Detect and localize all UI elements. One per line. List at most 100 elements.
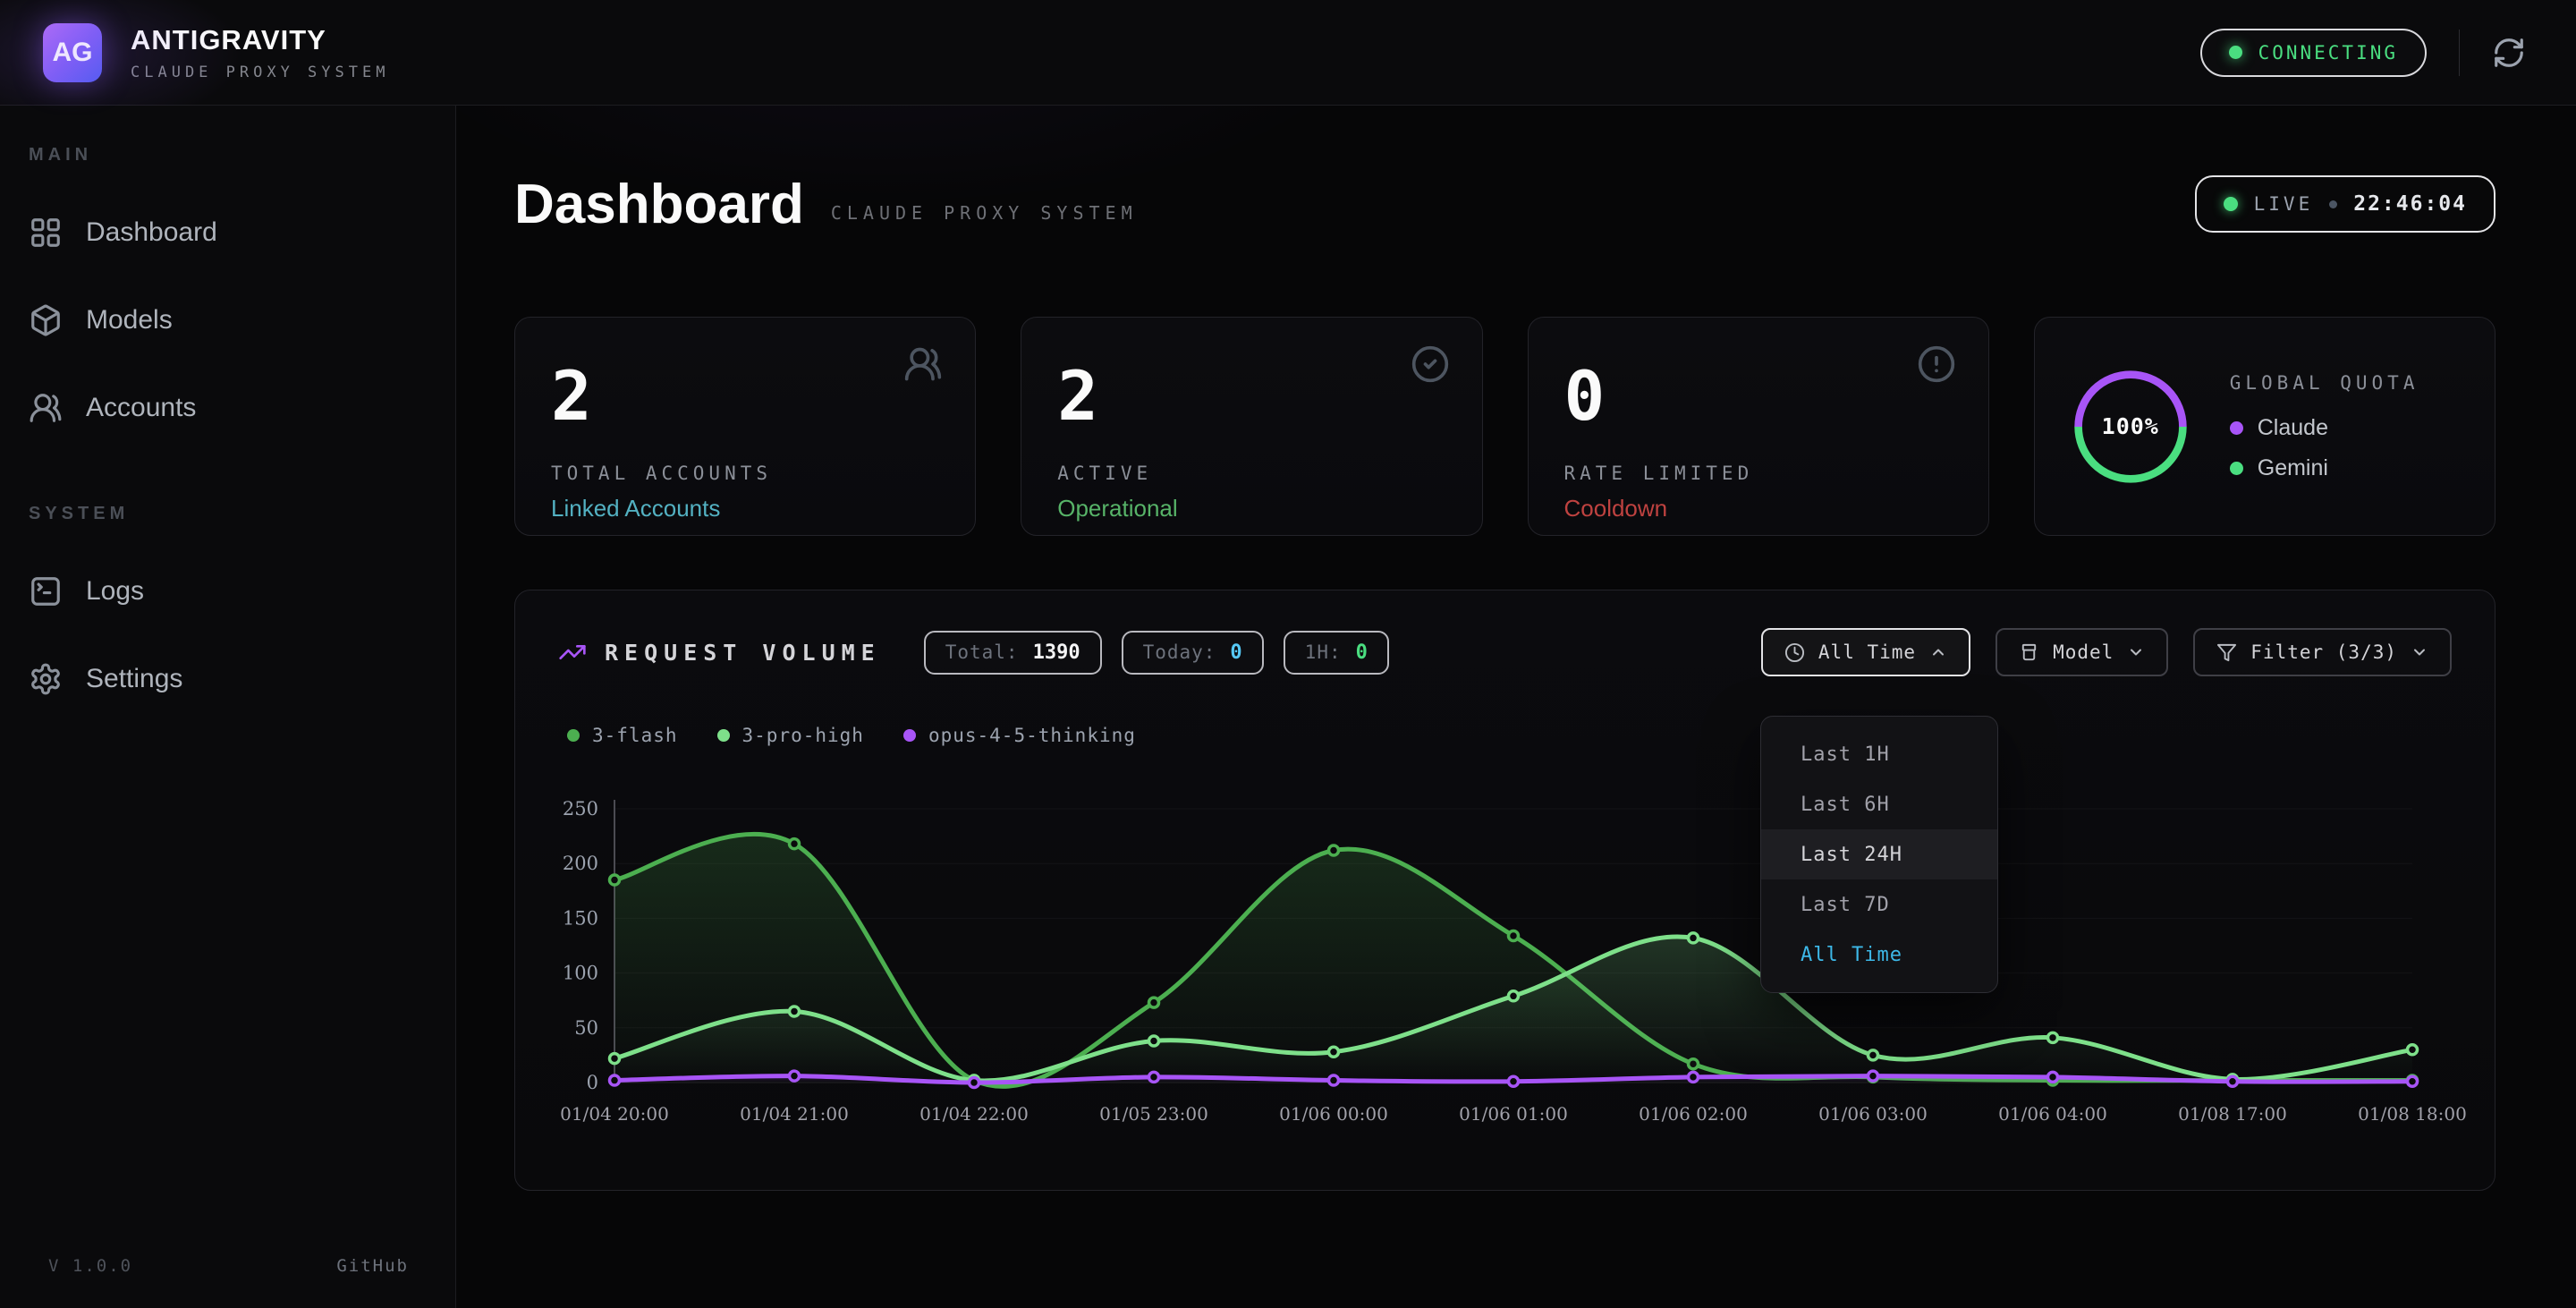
app-name: ANTIGRAVITY bbox=[131, 24, 389, 56]
refresh-icon[interactable] bbox=[2492, 36, 2526, 70]
svg-text:01/06 00:00: 01/06 00:00 bbox=[1279, 1103, 1388, 1125]
model-button[interactable]: Model bbox=[1996, 628, 2168, 676]
dropdown-item-all-time[interactable]: All Time bbox=[1761, 930, 1997, 980]
filter-button-label: Filter (3/3) bbox=[2250, 641, 2397, 663]
stat-subtext: Operational bbox=[1057, 495, 1445, 522]
sidebar-item-label: Settings bbox=[86, 664, 182, 694]
app-logo-initials: AG bbox=[53, 38, 93, 68]
svg-text:200: 200 bbox=[563, 853, 598, 874]
cube-icon bbox=[29, 303, 63, 337]
legend-item-3-flash: 3-flash bbox=[567, 725, 678, 746]
sidebar-section-system: SYSTEM bbox=[0, 504, 455, 524]
sidebar-item-logs[interactable]: Logs bbox=[0, 548, 455, 635]
time-range-button[interactable]: All Time bbox=[1761, 628, 1970, 676]
app-logo: AG bbox=[43, 23, 102, 82]
chip-value: 1390 bbox=[1033, 641, 1080, 664]
quota-percent: 100% bbox=[2071, 367, 2190, 487]
dropdown-item-last-6h[interactable]: Last 6H bbox=[1761, 779, 1997, 829]
svg-text:150: 150 bbox=[563, 907, 598, 929]
today-chip: Today: 0 bbox=[1122, 631, 1264, 675]
time-range-dropdown: Last 1H Last 6H Last 24H Last 7D All Tim… bbox=[1760, 716, 1998, 993]
total-chip: Total: 1390 bbox=[924, 631, 1102, 675]
quota-item-label: Claude bbox=[2258, 415, 2328, 441]
legend-label: opus-4-5-thinking bbox=[928, 725, 1136, 746]
time-range-button-label: All Time bbox=[1818, 641, 1916, 663]
legend-dot bbox=[903, 729, 916, 742]
clock-icon bbox=[1784, 642, 1805, 663]
quota-item-claude: Claude bbox=[2230, 415, 2419, 441]
svg-text:01/04 22:00: 01/04 22:00 bbox=[919, 1103, 1029, 1125]
stat-card-total-accounts: 2 TOTAL ACCOUNTS Linked Accounts bbox=[514, 317, 976, 536]
github-link[interactable]: GitHub bbox=[336, 1256, 409, 1276]
sidebar-item-label: Logs bbox=[86, 576, 144, 607]
svg-text:50: 50 bbox=[574, 1017, 598, 1039]
legend-label: 3-flash bbox=[592, 725, 678, 746]
topbar-divider bbox=[2459, 30, 2460, 76]
svg-text:01/06 04:00: 01/06 04:00 bbox=[1998, 1103, 2107, 1125]
stat-card-rate-limited: 0 RATE LIMITED Cooldown bbox=[1528, 317, 1989, 536]
svg-text:250: 250 bbox=[563, 798, 598, 820]
stat-subtext: Linked Accounts bbox=[551, 495, 939, 522]
svg-text:01/05 23:00: 01/05 23:00 bbox=[1099, 1103, 1208, 1125]
stat-label: ACTIVE bbox=[1057, 463, 1445, 484]
app-tagline: CLAUDE PROXY SYSTEM bbox=[131, 64, 389, 81]
legend-item-opus: opus-4-5-thinking bbox=[903, 725, 1136, 746]
live-clock: 22:46:04 bbox=[2353, 192, 2467, 216]
users-icon bbox=[29, 391, 63, 425]
chip-value: 0 bbox=[1230, 641, 1241, 664]
top-bar: AG ANTIGRAVITY CLAUDE PROXY SYSTEM CONNE… bbox=[0, 0, 2576, 106]
quota-item-label: Gemini bbox=[2258, 455, 2328, 481]
alert-circle-icon bbox=[1917, 344, 1956, 384]
chip-label: Today: bbox=[1143, 641, 1216, 663]
sidebar-item-accounts[interactable]: Accounts bbox=[0, 364, 455, 452]
app-version: V 1.0.0 bbox=[48, 1256, 132, 1276]
quota-item-gemini: Gemini bbox=[2230, 455, 2419, 481]
chevron-down-icon bbox=[2411, 643, 2428, 661]
stat-subtext: Cooldown bbox=[1564, 495, 1953, 522]
sidebar: MAIN Dashboard Models Accounts SYSTEM Lo… bbox=[0, 106, 456, 1308]
svg-text:01/06 03:00: 01/06 03:00 bbox=[1818, 1103, 1928, 1125]
main-content: Dashboard CLAUDE PROXY SYSTEM LIVE 22:46… bbox=[456, 106, 2576, 1308]
svg-text:0: 0 bbox=[587, 1072, 598, 1093]
request-volume-chart: 05010015020025001/04 20:0001/04 21:0001/… bbox=[547, 782, 2479, 1140]
filter-button[interactable]: Filter (3/3) bbox=[2193, 628, 2452, 676]
stat-label: TOTAL ACCOUNTS bbox=[551, 463, 939, 484]
sidebar-item-models[interactable]: Models bbox=[0, 276, 455, 364]
chevron-up-icon bbox=[1929, 643, 1947, 661]
brand-block: ANTIGRAVITY CLAUDE PROXY SYSTEM bbox=[131, 24, 389, 81]
live-dot bbox=[2224, 197, 2238, 211]
legend-dot bbox=[717, 729, 730, 742]
legend-label: 3-pro-high bbox=[742, 725, 864, 746]
svg-text:01/06 02:00: 01/06 02:00 bbox=[1639, 1103, 1748, 1125]
dropdown-item-last-1h[interactable]: Last 1H bbox=[1761, 729, 1997, 779]
dropdown-item-last-24h[interactable]: Last 24H bbox=[1761, 829, 1997, 879]
svg-text:01/04 20:00: 01/04 20:00 bbox=[560, 1103, 669, 1125]
chip-label: Total: bbox=[945, 641, 1019, 663]
stat-value: 0 bbox=[1564, 362, 1953, 430]
sidebar-item-settings[interactable]: Settings bbox=[0, 635, 455, 723]
funnel-icon bbox=[2216, 642, 2237, 663]
chevron-down-icon bbox=[2127, 643, 2145, 661]
live-separator-dot bbox=[2329, 200, 2337, 208]
chart-legend: 3-flash 3-pro-high opus-4-5-thinking bbox=[515, 676, 2495, 746]
dropdown-item-last-7d[interactable]: Last 7D bbox=[1761, 879, 1997, 930]
sidebar-item-dashboard[interactable]: Dashboard bbox=[0, 189, 455, 276]
dashboard-grid-icon bbox=[29, 216, 63, 250]
quota-ring: 100% bbox=[2071, 367, 2190, 487]
sidebar-section-main: MAIN bbox=[0, 145, 455, 166]
gemini-dot bbox=[2230, 462, 2243, 475]
sidebar-item-label: Models bbox=[86, 305, 173, 335]
page-title: Dashboard bbox=[514, 177, 804, 233]
live-status-badge: LIVE 22:46:04 bbox=[2195, 175, 2496, 233]
quota-label: GLOBAL QUOTA bbox=[2230, 372, 2419, 394]
chip-label: 1H: bbox=[1305, 641, 1342, 663]
box-icon bbox=[2019, 642, 2039, 663]
trending-up-icon bbox=[558, 638, 587, 667]
request-volume-card: REQUEST VOLUME Total: 1390 Today: 0 1H: … bbox=[514, 590, 2496, 1191]
claude-dot bbox=[2230, 421, 2243, 435]
svg-text:100: 100 bbox=[563, 963, 598, 984]
stat-value: 2 bbox=[551, 362, 939, 430]
one-hour-chip: 1H: 0 bbox=[1284, 631, 1389, 675]
terminal-icon bbox=[29, 574, 63, 608]
legend-item-3-pro-high: 3-pro-high bbox=[717, 725, 864, 746]
